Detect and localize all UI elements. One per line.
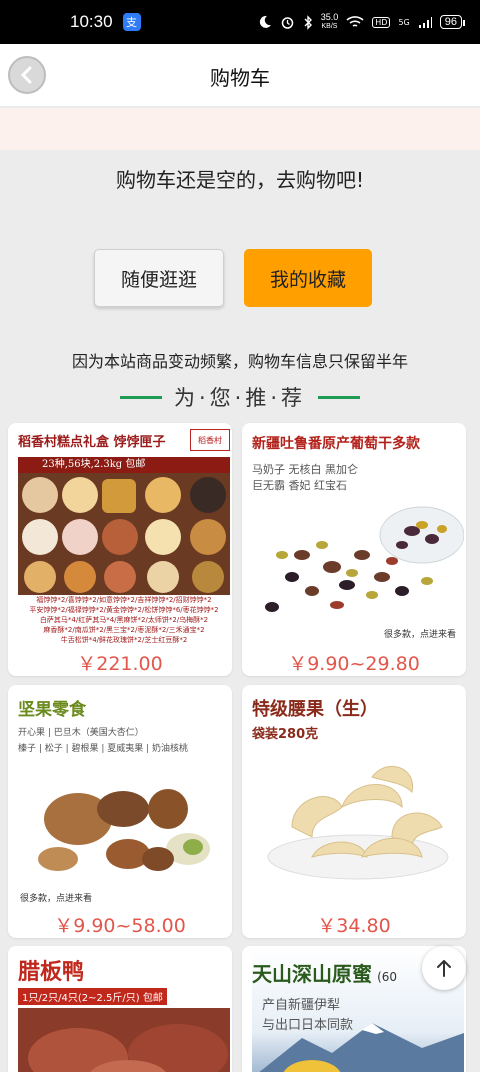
product-title-row: 天山深山原蜜 (60	[252, 958, 397, 987]
product-tag: 产自新疆伊犁	[262, 998, 341, 1013]
detail-line: 平安饽饽*2/福禄饽饽*2/黄金饽饽*2/松饼饽饽*6/枣花饽饽*2	[29, 606, 219, 614]
cashew-photo	[267, 765, 449, 880]
product-title: 天山深山原蜜	[252, 962, 372, 986]
product-subtitle: 袋装280克	[252, 727, 319, 742]
recommend-title: 为·您·推·荐	[173, 386, 307, 410]
product-title: 新疆吐鲁番原产葡萄干多款	[252, 436, 420, 452]
product-title: 特级腰果（生）	[252, 699, 378, 720]
duck-photo	[18, 1008, 230, 1072]
empty-cart-message: 购物车还是空的，去购物吧!	[115, 168, 365, 192]
speed-unit: KB/S	[321, 23, 338, 30]
signal-icon	[418, 16, 432, 28]
bluetooth-icon	[304, 14, 312, 30]
product-tag: 榛子 | 松子 | 碧根果 | 夏威夷果 | 奶油核桃	[18, 744, 189, 754]
scroll-to-top-button[interactable]	[422, 946, 466, 990]
recommend-header: 为·您·推·荐	[0, 382, 480, 412]
product-card[interactable]: 腊板鸭 1只/2只/4只(2~2.5斤/只) 包邮	[8, 946, 232, 1072]
product-tag: 开心果 | 巴旦木（美国大杏仁）	[18, 728, 144, 738]
product-subtitle: 23种,56块,2.3kg 包邮	[18, 457, 230, 473]
detail-line: 白萨其马*4/红萨其马*4/黑麻饼*2/太师饼*2/乌梅酥*2	[39, 616, 209, 624]
pastry-photo	[18, 473, 230, 595]
product-card[interactable]: 特级腰果（生） 袋装280克 ￥34.80	[242, 685, 466, 938]
product-card[interactable]: 新疆吐鲁番原产葡萄干多款 马奶子 无核白 黑加仑 巨无霸 香妃 红宝石 很多款，…	[242, 423, 466, 676]
nav-bar: 购物车	[0, 44, 480, 106]
product-title: 坚果零食	[18, 700, 86, 720]
nuts-photo	[38, 789, 210, 871]
detail-line: 麻香酥*2/南瓜饼*2/黑三宝*2/枣泥酥*2/三禾通宝*2	[43, 626, 205, 634]
brand-logo: 稻香村	[190, 429, 230, 451]
network-speed: 35.0 KB/S	[321, 13, 339, 31]
detail-line: 牛舌松饼*4/鲜花玫瑰饼*2/芝士红豆酥*2	[60, 636, 188, 644]
speed-value: 35.0	[320, 12, 339, 22]
product-detail: 福饽饽*2/喜饽饽*2/如意饽饽*2/吉祥饽饽*2/招财饽饽*2 平安饽饽*2/…	[18, 595, 230, 645]
product-price: ￥34.80	[317, 915, 391, 937]
product-image: 坚果零食 开心果 | 巴旦木（美国大杏仁） 榛子 | 松子 | 碧根果 | 夏威…	[18, 687, 230, 907]
product-price: ￥9.90~29.80	[288, 653, 420, 675]
product-image: 特级腰果（生） 袋装280克	[252, 687, 464, 907]
status-icons: 35.0 KB/S HD 5G 96	[258, 13, 466, 31]
product-image: 腊板鸭 1只/2只/4只(2~2.5斤/只) 包邮	[18, 948, 230, 1072]
product-card[interactable]: 坚果零食 开心果 | 巴旦木（美国大杏仁） 榛子 | 松子 | 碧根果 | 夏威…	[8, 685, 232, 938]
status-bar: 10:30 支 35.0 KB/S HD 5G 96	[0, 0, 480, 44]
status-time: 10:30	[70, 12, 113, 31]
product-tag: 马奶子 无核白 黑加仑	[252, 463, 358, 476]
product-badge: 很多款，点进来看	[383, 630, 456, 640]
page-title: 购物车	[210, 66, 270, 90]
product-price: ￥9.90~58.00	[54, 915, 186, 937]
detail-line: 福饽饽*2/喜饽饽*2/如意饽饽*2/吉祥饽饽*2/招财饽饽*2	[36, 596, 212, 604]
product-title-suffix: (60	[377, 970, 398, 984]
product-card[interactable]: 稻香村糕点礼盒 饽饽匣子 稻香村 23种,56块,2.3kg 包邮 福饽饽*2/…	[8, 423, 232, 676]
app-notification-icon: 支	[122, 13, 141, 31]
arrow-up-icon	[437, 960, 451, 977]
product-banner: 稻香村糕点礼盒 饽饽匣子 稻香村	[18, 425, 230, 455]
divider	[318, 395, 361, 399]
product-image: 新疆吐鲁番原产葡萄干多款 马奶子 无核白 黑加仑 巨无霸 香妃 红宝石 很多款，…	[252, 425, 464, 645]
product-title: 腊板鸭	[18, 960, 85, 985]
product-image: 稻香村糕点礼盒 饽饽匣子 稻香村 23种,56块,2.3kg 包邮 福饽饽*2/…	[18, 425, 230, 645]
wifi-icon	[346, 16, 364, 27]
network-type: 5G	[398, 17, 410, 27]
cart-retention-hint: 因为本站商品变动频繁，购物车信息只保留半年	[71, 352, 408, 371]
hd-badge: HD	[372, 16, 391, 28]
battery-icon: 96	[439, 15, 466, 29]
divider	[119, 395, 162, 399]
notice-strip	[0, 108, 480, 150]
product-price: ￥221.00	[77, 653, 163, 675]
mountain-photo	[259, 1023, 464, 1072]
favorites-button[interactable]: 我的收藏	[244, 249, 372, 307]
product-badge: 很多款，点进来看	[20, 894, 93, 904]
product-title: 稻香村糕点礼盒 饽饽匣子	[18, 434, 166, 450]
product-subtitle: 1只/2只/4只(2~2.5斤/只) 包邮	[18, 988, 167, 1005]
browse-button[interactable]: 随便逛逛	[94, 249, 224, 307]
alarm-icon	[281, 16, 293, 29]
product-tag: 巨无霸 香妃 红宝石	[252, 479, 347, 492]
raisins-photo	[265, 506, 464, 612]
moon-icon	[259, 15, 271, 28]
